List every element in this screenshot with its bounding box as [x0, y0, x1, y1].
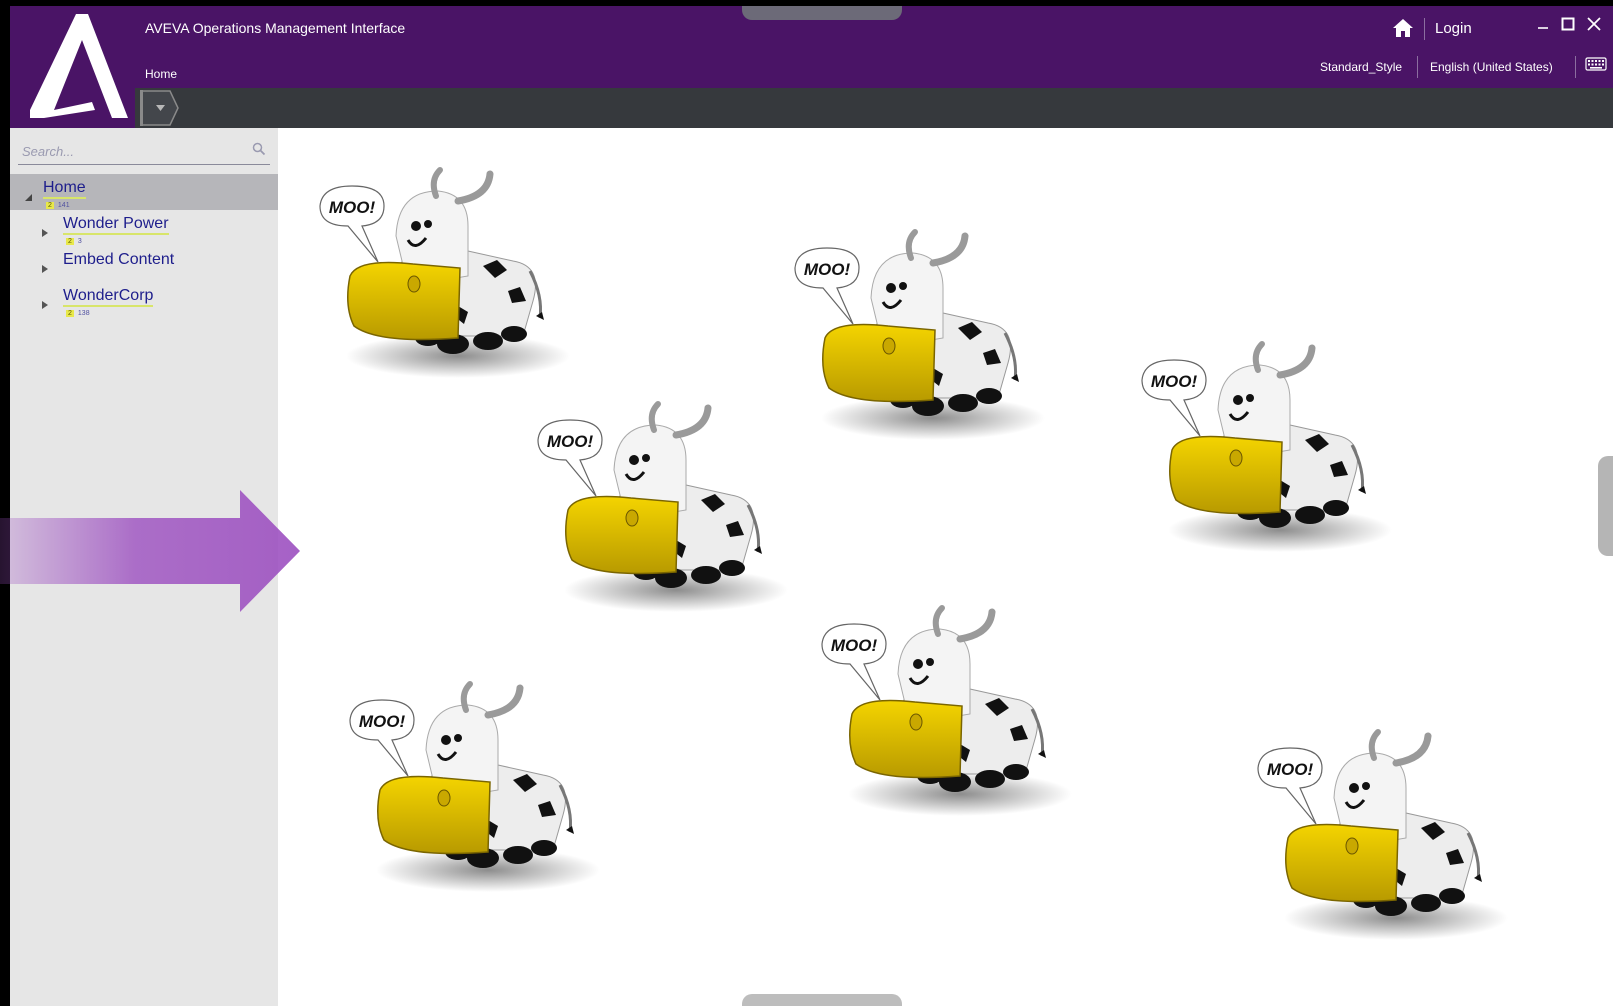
cow-illustration: MOO! [348, 680, 608, 902]
breadcrumb[interactable]: Home [145, 67, 177, 81]
cow-illustration: MOO! [318, 166, 578, 388]
cow-speech-text: MOO! [359, 712, 406, 731]
tree-item-wonder-power[interactable]: Wonder Power 23 [10, 210, 278, 246]
cow-speech-text: MOO! [804, 260, 851, 279]
aveva-logo [10, 6, 135, 128]
cow-speech-text: MOO! [1267, 760, 1314, 779]
minimize-icon[interactable] [1535, 16, 1551, 32]
cow-speech-text: MOO! [831, 636, 878, 655]
tree-item-label[interactable]: WonderCorp [63, 287, 154, 307]
tree-item-label[interactable]: Embed Content [63, 251, 174, 271]
tree-item-label[interactable]: Wonder Power [63, 215, 169, 235]
status-badge: 2 141 [46, 202, 70, 209]
home-icon[interactable] [1392, 18, 1414, 38]
search-input[interactable] [20, 140, 239, 162]
tree-item-home[interactable]: Home 2 141 [10, 174, 278, 210]
search-icon[interactable] [252, 142, 266, 156]
expand-triangle-icon[interactable] [40, 228, 50, 238]
nav-dropdown-chevron-icon[interactable] [140, 90, 185, 126]
cow-speech-text: MOO! [547, 432, 594, 451]
tree-item-label[interactable]: Home [43, 179, 86, 199]
pointer-arrow-icon [0, 490, 300, 612]
tree-item-embed-content[interactable]: Embed Content [10, 246, 278, 282]
expand-triangle-icon[interactable] [40, 264, 50, 274]
style-selector[interactable]: Standard_Style [1320, 60, 1402, 74]
search-box [18, 136, 270, 165]
top-pull-tab[interactable] [742, 6, 902, 20]
expand-triangle-icon[interactable] [40, 300, 50, 310]
close-icon[interactable] [1586, 16, 1602, 32]
app-title: AVEVA Operations Management Interface [145, 20, 406, 36]
login-button[interactable]: Login [1435, 20, 1472, 37]
status-badge: 2 138 [66, 310, 90, 317]
bottom-pull-tab[interactable] [742, 994, 902, 1006]
language-selector[interactable]: English (United States) [1430, 60, 1553, 74]
cow-illustration: MOO! [1256, 728, 1516, 950]
cow-illustration: MOO! [793, 228, 1053, 450]
cow-illustration: MOO! [536, 400, 796, 622]
cow-illustration: MOO! [820, 604, 1080, 826]
cow-speech-text: MOO! [1151, 372, 1198, 391]
cow-illustration: MOO! [1140, 340, 1400, 562]
content-canvas: MOO! MOO! MOO! MOO! MOO! MOO! MOO! [278, 128, 1613, 1006]
tree-item-wondercorp[interactable]: WonderCorp 2 138 [10, 282, 278, 318]
maximize-icon[interactable] [1560, 16, 1576, 32]
keyboard-icon[interactable] [1585, 56, 1607, 72]
cow-speech-text: MOO! [329, 198, 376, 217]
divider [1424, 18, 1425, 40]
collapse-triangle-icon[interactable] [23, 192, 33, 202]
toolbar [10, 88, 1613, 128]
side-panel-handle[interactable] [1598, 456, 1613, 556]
divider [1417, 56, 1418, 78]
status-badge: 23 [66, 238, 82, 245]
divider [1575, 56, 1576, 78]
